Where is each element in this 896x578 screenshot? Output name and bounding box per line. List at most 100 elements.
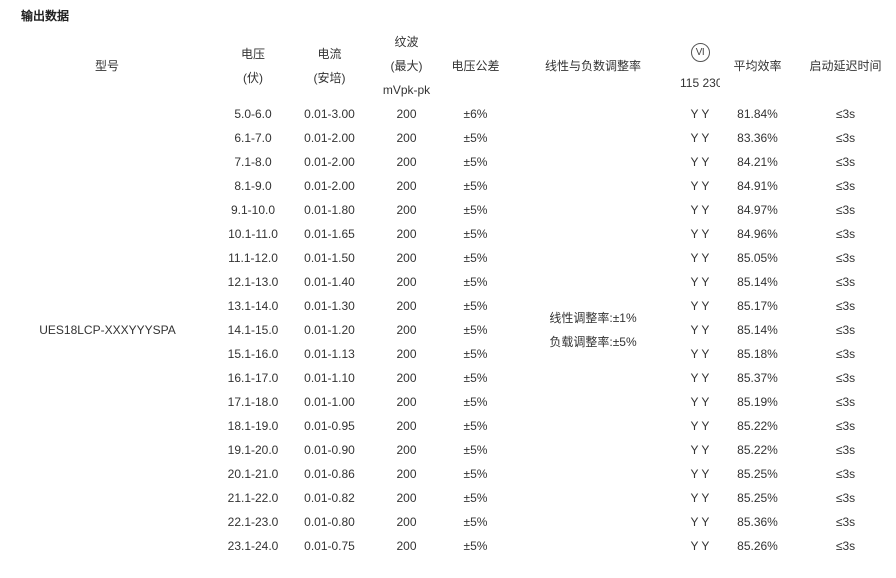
voltage-cell: 20.1-21.0 bbox=[227, 467, 279, 481]
ripple-cell: 200 bbox=[396, 155, 417, 169]
delay-cell: ≤3s bbox=[835, 131, 856, 145]
tolerance-cell: ±5% bbox=[463, 251, 488, 265]
voltage-cell: 13.1-14.0 bbox=[227, 299, 279, 313]
current-cell: 0.01-0.80 bbox=[304, 515, 355, 529]
delay-cell: ≤3s bbox=[835, 467, 856, 481]
header-current: 电流 (安培) bbox=[291, 30, 368, 102]
current-cell: 0.01-1.40 bbox=[304, 275, 355, 289]
tolerance-cell: ±5% bbox=[463, 275, 488, 289]
current-cell: 0.01-1.13 bbox=[304, 347, 355, 361]
voltage-cell: 18.1-19.0 bbox=[227, 419, 279, 433]
tolerance-cell: ±5% bbox=[463, 203, 488, 217]
efficiency-cell: 84.97% bbox=[737, 203, 778, 217]
delay-cell: ≤3s bbox=[835, 107, 856, 121]
efficiency-cell: 85.19% bbox=[737, 395, 778, 409]
ripple-cell: 200 bbox=[396, 251, 417, 265]
input-compat-cell: Y Y bbox=[690, 443, 710, 457]
voltage-cell: 23.1-24.0 bbox=[227, 539, 279, 553]
tolerance-cell: ±5% bbox=[463, 443, 488, 457]
delay-cell: ≤3s bbox=[835, 299, 856, 313]
delay-cell: ≤3s bbox=[835, 371, 856, 385]
delay-cell: ≤3s bbox=[835, 179, 856, 193]
tolerance-cell: ±5% bbox=[463, 515, 488, 529]
ripple-cell: 200 bbox=[396, 299, 417, 313]
model-name-cell: UES18LCP-XXXYYYSPA bbox=[39, 323, 176, 337]
efficiency-cell: 85.37% bbox=[737, 371, 778, 385]
current-cell: 0.01-2.00 bbox=[304, 131, 355, 145]
voltage-cell: 9.1-10.0 bbox=[230, 203, 276, 217]
tolerance-cell: ±6% bbox=[463, 107, 488, 121]
delay-cell: ≤3s bbox=[835, 491, 856, 505]
efficiency-cell: 84.96% bbox=[737, 227, 778, 241]
voltage-cell: 22.1-23.0 bbox=[227, 515, 279, 529]
ripple-cell: 200 bbox=[396, 371, 417, 385]
input-compat-cell: Y Y bbox=[690, 275, 710, 289]
delay-cell: ≤3s bbox=[835, 347, 856, 361]
header-tolerance: 电压公差 bbox=[451, 59, 500, 73]
header-row: 型号 电压 (伏) 电流 (安培) 纹波 (最大) mVpk-pk 电压公差 线… bbox=[0, 30, 896, 102]
ripple-cell: 200 bbox=[396, 347, 417, 361]
efficiency-cell: 85.25% bbox=[737, 491, 778, 505]
header-ripple: 纹波 (最大) mVpk-pk bbox=[368, 30, 445, 102]
header-ripple-unit: mVpk-pk bbox=[382, 83, 431, 97]
voltage-cell: 11.1-12.0 bbox=[228, 251, 278, 265]
efficiency-cell: 85.14% bbox=[737, 323, 778, 337]
ripple-cell: 200 bbox=[396, 131, 417, 145]
tolerance-cell: ±5% bbox=[463, 155, 488, 169]
table-header: 型号 电压 (伏) 电流 (安培) 纹波 (最大) mVpk-pk 电压公差 线… bbox=[0, 30, 896, 102]
current-cell: 0.01-0.90 bbox=[304, 443, 355, 457]
input-compat-cell: Y Y bbox=[690, 467, 710, 481]
header-voltage-unit: (伏) bbox=[243, 71, 263, 85]
ripple-cell: 200 bbox=[396, 395, 417, 409]
current-cell: 0.01-0.82 bbox=[304, 491, 355, 505]
ripple-cell: 200 bbox=[396, 467, 417, 481]
efficiency-cell: 85.36% bbox=[737, 515, 778, 529]
voltage-cell: 8.1-9.0 bbox=[234, 179, 272, 193]
vi-circle-icon: VI bbox=[690, 43, 710, 63]
input-compat-cell: Y Y bbox=[690, 515, 710, 529]
delay-cell: ≤3s bbox=[835, 251, 856, 265]
current-cell: 0.01-2.00 bbox=[304, 179, 355, 193]
efficiency-cell: 83.36% bbox=[737, 131, 778, 145]
voltage-cell: 15.1-16.0 bbox=[227, 347, 279, 361]
current-cell: 0.01-1.80 bbox=[304, 203, 355, 217]
input-compat-cell: Y Y bbox=[690, 131, 710, 145]
efficiency-cell: 85.26% bbox=[737, 539, 778, 553]
input-compat-cell: Y Y bbox=[690, 419, 710, 433]
current-cell: 0.01-0.75 bbox=[304, 539, 355, 553]
header-ripple-label: 纹波 bbox=[394, 35, 419, 49]
input-compat-cell: Y Y bbox=[690, 203, 710, 217]
voltage-cell: 12.1-13.0 bbox=[227, 275, 279, 289]
current-cell: 0.01-3.00 bbox=[304, 107, 355, 121]
header-input-label: 115 230 bbox=[680, 76, 720, 90]
section-title: 输出数据 bbox=[21, 9, 70, 23]
voltage-cell: 5.0-6.0 bbox=[234, 107, 272, 121]
header-delay: 启动延迟时间 bbox=[809, 59, 882, 73]
load-regulation-text: 负载调整率:±5% bbox=[549, 335, 637, 349]
tolerance-cell: ±5% bbox=[463, 371, 488, 385]
tolerance-cell: ±5% bbox=[463, 299, 488, 313]
efficiency-cell: 85.14% bbox=[737, 275, 778, 289]
current-cell: 0.01-2.00 bbox=[304, 155, 355, 169]
efficiency-cell: 84.21% bbox=[737, 155, 778, 169]
header-efficiency: 平均效率 bbox=[733, 59, 782, 73]
delay-cell: ≤3s bbox=[835, 203, 856, 217]
input-compat-cell: Y Y bbox=[690, 299, 710, 313]
tolerance-cell: ±5% bbox=[463, 227, 488, 241]
tolerance-cell: ±5% bbox=[463, 179, 488, 193]
efficiency-cell: 84.91% bbox=[737, 179, 778, 193]
efficiency-cell: 85.18% bbox=[737, 347, 778, 361]
input-compat-cell: Y Y bbox=[690, 155, 710, 169]
ripple-cell: 200 bbox=[396, 323, 417, 337]
ripple-cell: 200 bbox=[396, 491, 417, 505]
header-voltage: 电压 (伏) bbox=[215, 30, 291, 102]
output-data-table: 型号 电压 (伏) 电流 (安培) 纹波 (最大) mVpk-pk 电压公差 线… bbox=[0, 30, 896, 558]
input-compat-cell: Y Y bbox=[690, 227, 710, 241]
voltage-cell: 16.1-17.0 bbox=[227, 371, 279, 385]
input-compat-cell: Y Y bbox=[690, 539, 710, 553]
voltage-cell: 21.1-22.0 bbox=[227, 491, 279, 505]
header-model: 型号 bbox=[94, 59, 119, 73]
delay-cell: ≤3s bbox=[835, 539, 856, 553]
ripple-cell: 200 bbox=[396, 107, 417, 121]
current-cell: 0.01-0.95 bbox=[304, 419, 355, 433]
